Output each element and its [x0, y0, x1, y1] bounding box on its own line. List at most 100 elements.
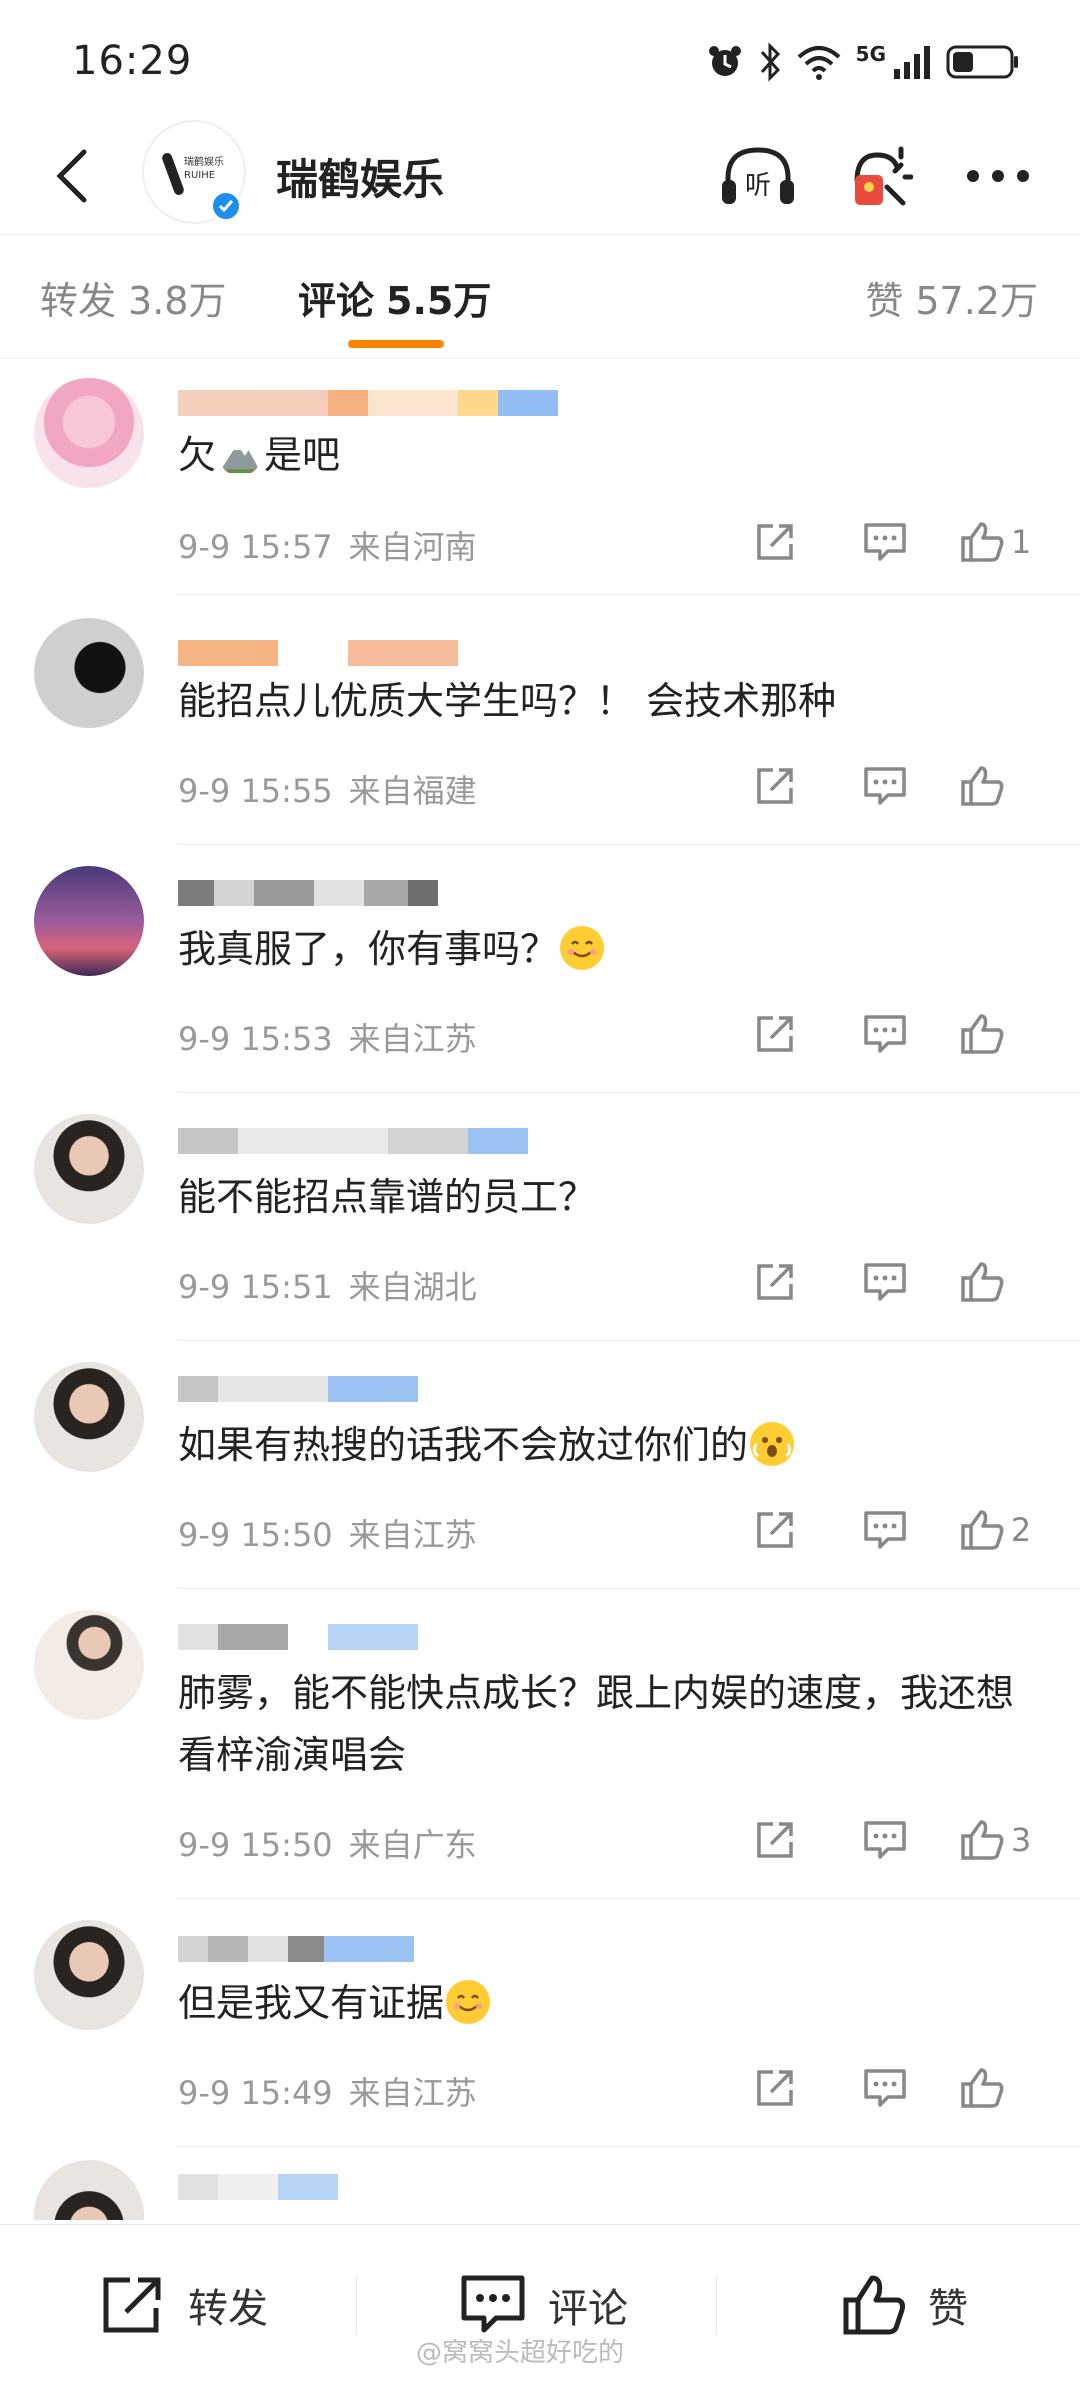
reply-button[interactable]	[830, 1500, 940, 1560]
top-header: 瑞鹤娱乐 RUIHE 瑞鹤娱乐 听	[0, 120, 1080, 232]
comment-list: 欠 是吧 9-9 15:57 来自河南 1 能招点儿优质大学生吗？！ 会技术那种 9…	[0, 360, 1080, 2220]
verified-badge-icon	[210, 190, 242, 222]
comment-location: 来自江苏	[348, 1516, 477, 1554]
reply-button[interactable]	[830, 1004, 940, 1064]
reply-button[interactable]	[830, 1252, 940, 1312]
thumbs-up-icon	[961, 2068, 1004, 2108]
comment-time: 9-9 15:53	[178, 1020, 333, 1058]
username-blurred[interactable]	[178, 1936, 414, 1966]
page-title[interactable]: 瑞鹤娱乐	[276, 146, 444, 207]
username-blurred[interactable]	[178, 390, 558, 420]
reply-button[interactable]	[830, 756, 940, 816]
more-button[interactable]	[956, 134, 1040, 218]
comment-bubble-icon	[864, 2069, 906, 2107]
like-button[interactable]: 2	[940, 1500, 1050, 1560]
tab-like-label: 赞	[865, 279, 904, 323]
comment-divider	[178, 2146, 1080, 2147]
comment-text-part: 是吧	[264, 433, 341, 477]
comment-meta: 9-9 15:50 来自江苏	[178, 1510, 477, 1556]
username-blurred[interactable]	[178, 640, 458, 670]
reply-button[interactable]	[830, 1810, 940, 1870]
comment-text: 但是我又有证据	[178, 1972, 1048, 2034]
red-packet-button[interactable]	[836, 134, 920, 218]
share-icon	[757, 1264, 793, 1300]
thumbs-up-icon	[961, 1510, 1004, 1550]
tab-repost-count: 3.8万	[128, 279, 227, 323]
reply-button[interactable]	[830, 512, 940, 572]
network-type-label: 5G	[855, 42, 886, 66]
comment-divider	[178, 1340, 1080, 1341]
comment-divider	[178, 594, 1080, 595]
share-button[interactable]	[720, 1810, 830, 1870]
comment-divider	[178, 1898, 1080, 1899]
user-avatar[interactable]	[34, 378, 144, 488]
share-button[interactable]	[720, 1004, 830, 1064]
user-avatar[interactable]	[34, 866, 144, 976]
like-button[interactable]	[940, 2058, 1050, 2118]
tab-repost[interactable]: 转发 3.8万	[40, 270, 226, 325]
listen-button[interactable]: 听	[716, 134, 800, 218]
like-button[interactable]: 3	[940, 1810, 1050, 1870]
user-avatar[interactable]	[34, 2160, 144, 2220]
comment-text-part: 欠	[178, 433, 217, 477]
comment-item: 肺雾，能不能快点成长？跟上内娱的速度，我还想看梓渝演唱会 9-9 15:50 来自…	[0, 1610, 1080, 1910]
comment-divider	[178, 844, 1080, 845]
status-bar: 16:29 5G	[0, 0, 1080, 120]
user-avatar[interactable]	[34, 618, 144, 728]
tab-like[interactable]: 赞 57.2万	[865, 270, 1038, 325]
share-icon	[757, 768, 793, 804]
reply-button[interactable]	[830, 2058, 940, 2118]
thumbs-up-icon	[843, 2275, 905, 2335]
comment-divider	[178, 1092, 1080, 1093]
bottom-divider	[356, 2275, 357, 2335]
tab-comment[interactable]: 评论 5.5万	[298, 270, 491, 325]
status-icons: 5G	[706, 38, 1020, 86]
wifi-icon	[797, 46, 840, 80]
like-button[interactable]	[940, 756, 1050, 816]
user-avatar[interactable]	[34, 1610, 144, 1720]
username-blurred[interactable]	[178, 1128, 528, 1158]
user-avatar[interactable]	[34, 1362, 144, 1472]
back-button[interactable]	[32, 136, 112, 216]
tab-comment-count: 5.5万	[386, 279, 492, 323]
share-button[interactable]	[720, 512, 830, 572]
comment-actions	[720, 1252, 1050, 1312]
comment-actions	[720, 2058, 1050, 2118]
logo-mark	[160, 151, 186, 197]
username-blurred[interactable]	[178, 880, 438, 910]
comment-time: 9-9 15:55	[178, 772, 333, 810]
share-button[interactable]	[720, 756, 830, 816]
comment-time: 9-9 15:49	[178, 2074, 333, 2112]
watermark: @窝窝头超好吃的	[416, 2338, 625, 2368]
comment-location: 来自广东	[348, 1826, 477, 1864]
like-button[interactable]	[940, 1252, 1050, 1312]
share-button[interactable]	[720, 1500, 830, 1560]
thumbs-up-icon	[961, 766, 1004, 806]
comment-item: 如果有热搜的话我不会放过你们的 9-9 15:50 来自江苏 2	[0, 1362, 1080, 1598]
username-blurred[interactable]	[178, 1376, 418, 1406]
comment-meta: 9-9 15:55 来自福建	[178, 766, 477, 812]
like-post-button[interactable]: 赞	[842, 2265, 968, 2345]
comment-location: 来自福建	[348, 772, 477, 810]
battery-icon	[946, 45, 1018, 79]
like-button[interactable]	[940, 1004, 1050, 1064]
comment-actions: 2	[720, 1500, 1050, 1560]
user-avatar[interactable]	[34, 1114, 144, 1224]
comment-text-part: 但是我又有证据	[178, 1981, 445, 2025]
more-dots-icon	[967, 170, 1029, 182]
header-divider	[0, 234, 1080, 235]
user-avatar[interactable]	[34, 1920, 144, 2030]
username-blurred[interactable]	[178, 2174, 338, 2204]
username-blurred[interactable]	[178, 1624, 418, 1654]
share-button[interactable]	[720, 1252, 830, 1312]
listen-label: 听	[745, 171, 771, 201]
comment-meta: 9-9 15:50 来自广东	[178, 1820, 477, 1866]
share-button[interactable]	[720, 2058, 830, 2118]
comment-location: 来自河南	[348, 528, 477, 566]
comment-time: 9-9 15:50	[178, 1826, 333, 1864]
comment-location: 来自江苏	[348, 2074, 477, 2112]
comment-time: 9-9 15:50	[178, 1516, 333, 1554]
comment-divider	[178, 1588, 1080, 1589]
like-button[interactable]: 1	[940, 512, 1050, 572]
repost-button[interactable]: 转发	[100, 2265, 268, 2345]
